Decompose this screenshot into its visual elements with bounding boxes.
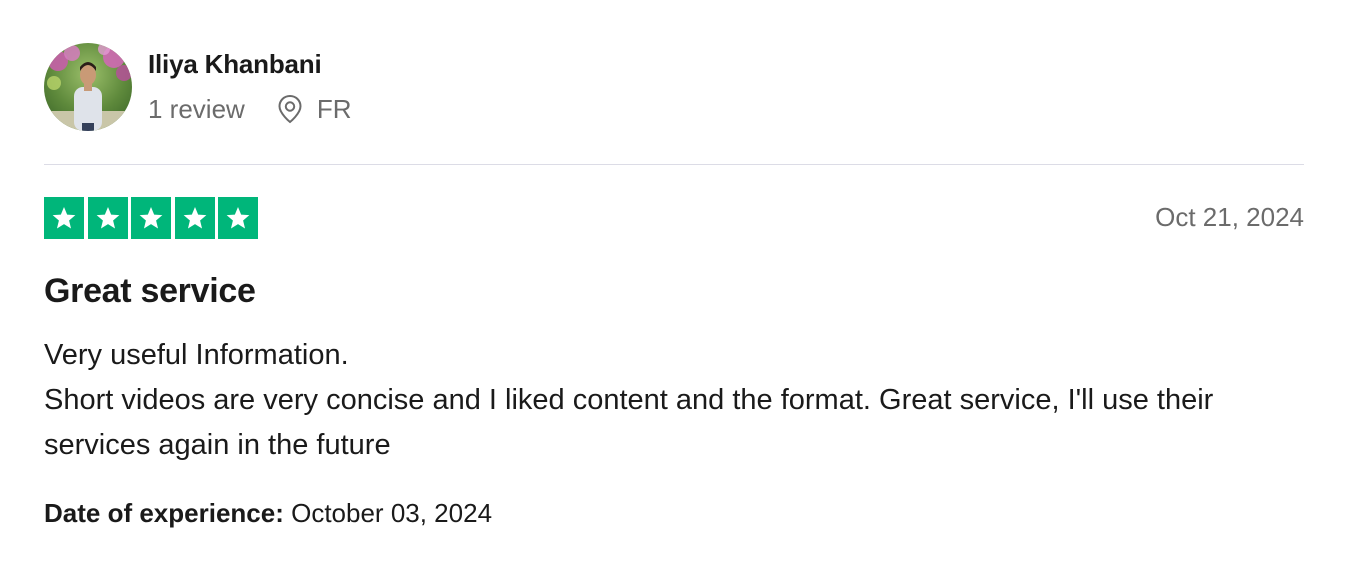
avatar-photo	[44, 43, 132, 131]
reviewer-avatar[interactable]	[44, 43, 132, 131]
review-card: Iliya Khanbani 1 review FR Oct 21, 2024 …	[44, 0, 1304, 561]
experience-label: Date of experience:	[44, 498, 284, 528]
review-date: Oct 21, 2024	[1155, 202, 1304, 232]
star-rating	[44, 197, 258, 239]
reviewer-name[interactable]: Iliya Khanbani	[148, 49, 322, 80]
review-body: Very useful Information. Short videos ar…	[44, 333, 1274, 468]
star-icon	[174, 197, 215, 239]
date-of-experience: Date of experience: October 03, 2024	[44, 498, 492, 529]
experience-date: October 03, 2024	[291, 498, 493, 528]
reviewer-location: FR	[277, 94, 352, 125]
review-body-line: Very useful Information.	[44, 339, 349, 371]
header-divider	[44, 164, 1304, 165]
location-code: FR	[316, 93, 352, 124]
reviewer-header: Iliya Khanbani 1 review FR	[44, 43, 644, 133]
star-icon	[131, 197, 171, 239]
review-title[interactable]: Great service	[44, 272, 256, 311]
review-body-line: Short videos are very concise and I like…	[44, 384, 1214, 461]
star-icon	[218, 197, 258, 239]
location-pin-icon	[278, 94, 302, 124]
star-icon	[87, 197, 128, 239]
star-icon	[44, 197, 84, 239]
review-count: 1 review	[148, 93, 245, 124]
reviewer-meta: 1 review FR	[148, 93, 352, 125]
